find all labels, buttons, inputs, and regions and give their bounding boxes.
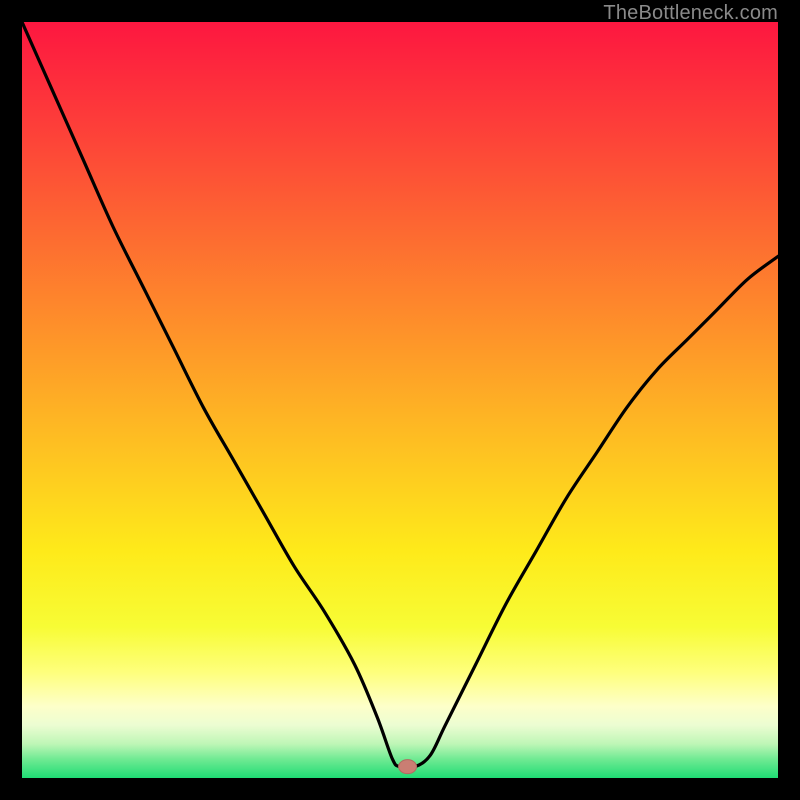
watermark-text: TheBottleneck.com	[603, 2, 778, 25]
plot-area	[22, 22, 778, 778]
chart-frame: TheBottleneck.com	[0, 0, 800, 800]
bottleneck-curve	[22, 22, 778, 778]
optimal-point-marker	[399, 760, 417, 774]
